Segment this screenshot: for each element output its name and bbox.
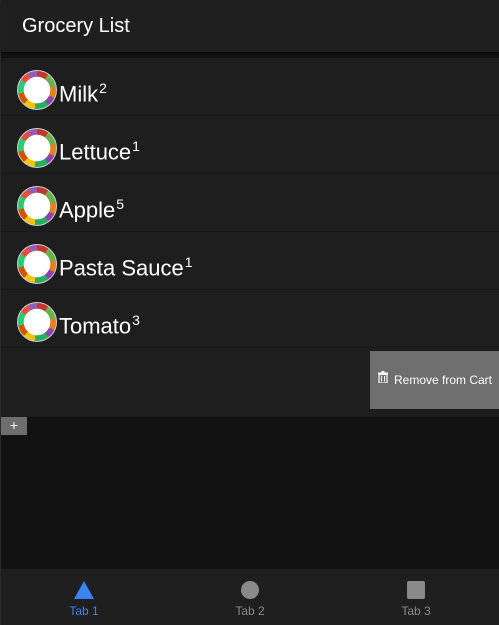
vegetable-wreath-icon xyxy=(17,128,57,168)
trash-icon xyxy=(377,371,388,383)
triangle-icon xyxy=(74,581,94,599)
tab-1[interactable]: Tab 1 xyxy=(1,569,167,625)
list-item[interactable]: Lettuce1 xyxy=(1,116,499,174)
item-name: Lettuce xyxy=(59,139,132,165)
vegetable-wreath-icon xyxy=(17,302,57,342)
item-name: Apple xyxy=(59,197,116,223)
remove-from-cart-label: Remove from Cart xyxy=(393,373,493,387)
list-item[interactable]: Apple5 xyxy=(1,174,499,232)
item-label: Milk2 xyxy=(59,80,107,107)
item-quantity: 5 xyxy=(116,196,125,212)
list-item[interactable]: Tomato3 xyxy=(1,290,499,348)
tab-3[interactable]: Tab 3 xyxy=(333,569,499,625)
list-item[interactable]: Milk2 xyxy=(1,58,499,116)
header-toolbar: Grocery List xyxy=(1,0,499,52)
page-title: Grocery List xyxy=(22,15,130,37)
circle-icon xyxy=(241,581,259,599)
item-name: Milk xyxy=(59,81,99,107)
item-quantity: 3 xyxy=(132,312,140,328)
app-window: Grocery List Milk2 Lettuce1 Apple5 Pasta… xyxy=(0,0,499,625)
item-quantity: 2 xyxy=(99,80,107,96)
item-quantity: 1 xyxy=(184,254,193,270)
tab-label: Tab 3 xyxy=(401,604,431,618)
item-label: Apple5 xyxy=(59,196,124,223)
tab-label: Tab 1 xyxy=(69,604,99,618)
remove-from-cart-button[interactable]: Remove from Cart xyxy=(370,351,499,409)
tab-2[interactable]: Tab 2 xyxy=(167,569,333,625)
item-label: Lettuce1 xyxy=(59,138,140,165)
tab-label: Tab 2 xyxy=(235,604,265,618)
vegetable-wreath-icon xyxy=(17,70,57,110)
item-name: Pasta Sauce xyxy=(59,255,184,281)
vegetable-wreath-icon xyxy=(17,244,57,284)
item-label: Pasta Sauce1 xyxy=(59,254,193,281)
vegetable-wreath-icon xyxy=(17,186,57,226)
list-item[interactable]: Pasta Sauce1 xyxy=(1,232,499,290)
square-icon xyxy=(407,581,425,599)
item-name: Tomato xyxy=(59,313,132,339)
add-item-button[interactable]: + xyxy=(1,417,27,435)
tab-bar: Tab 1 Tab 2 Tab 3 xyxy=(1,568,499,625)
item-label: Tomato3 xyxy=(59,312,140,339)
item-quantity: 1 xyxy=(132,138,140,154)
